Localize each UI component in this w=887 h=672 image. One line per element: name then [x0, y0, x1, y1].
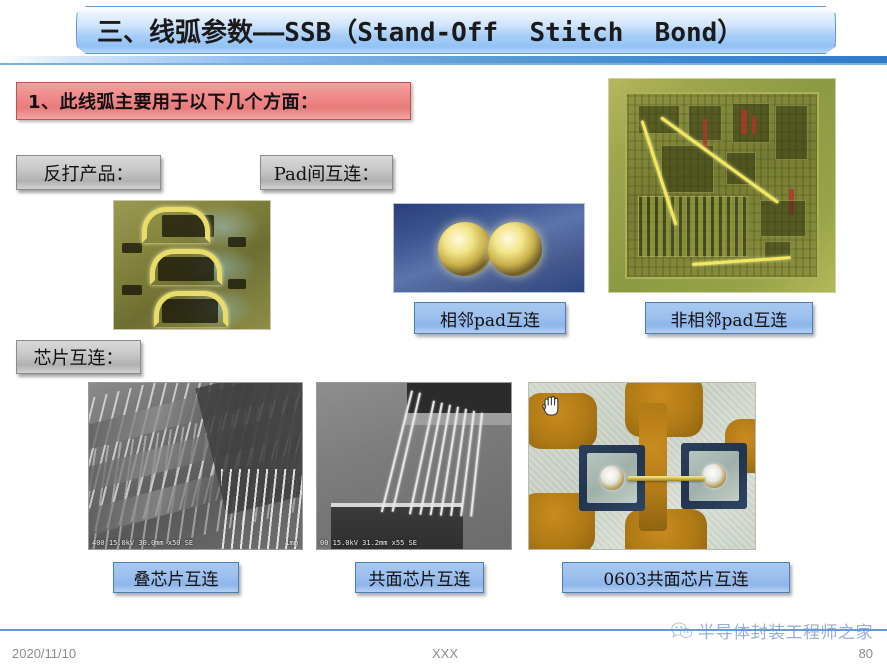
caption-adjacent-pad: 相邻pad互连: [414, 302, 566, 334]
photo-stacked-die: 400 15.0kV 30.0mm x50 SE 1mm: [88, 382, 303, 550]
label-pad-interconnect-text: Pad间互连：: [273, 163, 380, 185]
label-die-interconnect: 芯片互连：: [16, 340, 141, 374]
label-reverse-product-text: 反打产品：: [43, 163, 134, 185]
caption-non-adjacent-pad: 非相邻pad互连: [645, 302, 813, 334]
footer-page-number: 80: [858, 646, 873, 661]
sem-scale-stacked: 1mm: [285, 539, 298, 547]
label-die-interconnect-text: 芯片互连：: [33, 348, 124, 369]
sem-caption-coplanar: 00 15.0kV 31.2mm x55 SE: [320, 539, 417, 547]
label-reverse-product: 反打产品：: [16, 155, 161, 190]
section-banner: 1、此线弧主要用于以下几个方面：: [16, 82, 411, 120]
slide-canvas: 三、线弧参数——SSB（Stand-Off Stitch Bond） 1、此线弧…: [0, 0, 887, 672]
caption-coplanar-die-text: 共面芯片互连: [368, 570, 471, 590]
section-banner-label: 1、此线弧主要用于以下几个方面：: [28, 92, 319, 113]
caption-stacked-die-text: 叠芯片互连: [133, 570, 219, 590]
caption-adjacent-pad-text: 相邻pad互连: [440, 310, 540, 331]
slide-title-banner: 三、线弧参数——SSB（Stand-Off Stitch Bond）: [76, 6, 836, 54]
footer-center-text: XXX: [432, 646, 459, 661]
label-pad-interconnect: Pad间互连：: [260, 155, 393, 190]
footer-date: 2020/11/10: [12, 646, 77, 661]
photo-non-adjacent-pad: [608, 78, 836, 293]
header-rule: [0, 56, 887, 63]
caption-coplanar-0603: 0603共面芯片互连: [562, 562, 790, 593]
caption-coplanar-die: 共面芯片互连: [355, 562, 484, 593]
photo-reverse-product: [113, 200, 271, 330]
caption-coplanar-0603-text: 0603共面芯片互连: [603, 570, 749, 590]
caption-stacked-die: 叠芯片互连: [113, 562, 239, 593]
caption-non-adjacent-pad-text: 非相邻pad互连: [670, 310, 788, 331]
sem-caption-stacked: 400 15.0kV 30.0mm x50 SE: [92, 539, 194, 547]
header-rule-thin: [0, 63, 887, 65]
photo-coplanar-die: 00 15.0kV 31.2mm x55 SE: [316, 382, 512, 550]
photo-adjacent-pad: [393, 203, 585, 293]
page-title: 三、线弧参数——SSB（Stand-Off Stitch Bond）: [97, 17, 744, 48]
photo-coplanar-0603: [528, 382, 756, 550]
die-surface: [624, 91, 820, 280]
footer-rule: [0, 629, 887, 631]
